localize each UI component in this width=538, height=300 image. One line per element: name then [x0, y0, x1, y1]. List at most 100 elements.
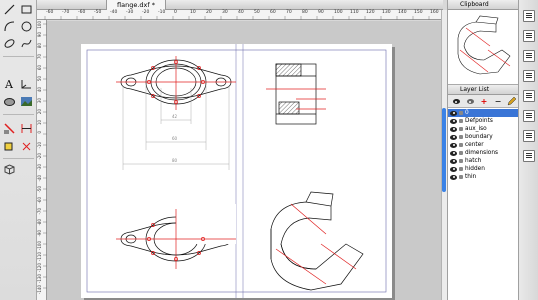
layer-row[interactable]: hatch: [448, 157, 519, 165]
move-icon[interactable]: [2, 139, 17, 154]
eye-icon[interactable]: [450, 110, 457, 116]
eye-icon[interactable]: [450, 174, 457, 180]
ruler-label: 50: [37, 76, 42, 82]
layer-name: 0: [465, 110, 469, 116]
arc-icon[interactable]: [2, 19, 17, 34]
panel-dock: [518, 0, 538, 300]
dock-button[interactable]: [523, 130, 535, 142]
layer-name: hatch: [465, 158, 482, 164]
ruler-label: -90: [37, 230, 42, 237]
lock-icon[interactable]: [459, 135, 463, 139]
layer-name: boundary: [465, 134, 493, 140]
flange-section-view: [275, 63, 317, 125]
layer-list-panel-title: Layer List: [448, 85, 519, 95]
ruler-label: -60: [78, 10, 86, 15]
lock-icon[interactable]: [459, 127, 463, 131]
text-icon[interactable]: A: [2, 76, 17, 91]
edit-layer-button[interactable]: [505, 96, 517, 107]
ruler-label: -140: [37, 285, 42, 295]
dock-button[interactable]: [523, 90, 535, 102]
ruler-label: -70: [62, 10, 70, 15]
ruler-label: 90: [318, 10, 324, 15]
ruler-label: -40: [110, 10, 118, 15]
dimension-icon[interactable]: [19, 76, 34, 91]
lock-icon[interactable]: [459, 167, 463, 171]
ruler-label: -60: [46, 10, 54, 15]
ruler-label: 0: [37, 131, 42, 134]
ruler-label: 10: [37, 120, 42, 126]
dock-button[interactable]: [523, 110, 535, 122]
ruler-label: -70: [37, 208, 42, 215]
hide-all-layers-button[interactable]: [464, 96, 476, 107]
tab-title: flange.dxf *: [117, 1, 155, 9]
layer-name: aux_iso: [465, 126, 487, 132]
layer-name: dimensions: [465, 150, 499, 156]
rectangle-icon[interactable]: [19, 2, 34, 17]
lock-icon[interactable]: [459, 143, 463, 147]
layer-row[interactable]: Defpoints: [448, 117, 519, 125]
eye-icon[interactable]: [450, 158, 457, 164]
flange-isometric-view: [270, 191, 364, 291]
show-all-layers-button[interactable]: [450, 96, 462, 107]
eye-icon[interactable]: [450, 126, 457, 132]
ruler-label: -110: [37, 252, 42, 262]
dock-button[interactable]: [523, 10, 535, 22]
dock-button[interactable]: [523, 70, 535, 82]
circle-icon[interactable]: [19, 19, 34, 34]
eye-icon[interactable]: [450, 166, 457, 172]
layer-row[interactable]: center: [448, 141, 519, 149]
document-tab[interactable]: flange.dxf *: [106, 0, 166, 10]
ruler-label: 90: [37, 32, 42, 38]
ruler-label: 100: [37, 21, 42, 29]
lock-icon[interactable]: [459, 119, 463, 123]
toolbar-separator: [3, 56, 34, 57]
layer-row[interactable]: hidden: [448, 165, 519, 173]
eye-icon[interactable]: [450, 142, 457, 148]
ruler-label: 30: [37, 98, 42, 104]
add-layer-button[interactable]: +: [478, 96, 490, 107]
drawing-svg: 42 60 80: [86, 44, 387, 298]
ruler-label: -40: [37, 175, 42, 182]
snap-icon[interactable]: [19, 139, 34, 154]
image-icon[interactable]: [19, 94, 34, 109]
dock-button[interactable]: [523, 30, 535, 42]
layer-row[interactable]: thin: [448, 173, 519, 181]
eye-icon[interactable]: [450, 118, 457, 124]
line-icon[interactable]: [2, 2, 17, 17]
document-tab-bar: flange.dxf *: [37, 0, 443, 10]
ruler-label: 50: [254, 10, 260, 15]
hatch-icon[interactable]: [2, 94, 17, 109]
scrollbar-thumb[interactable]: [442, 108, 446, 192]
3d-box-icon[interactable]: [2, 162, 17, 177]
ruler-label: 10: [190, 10, 196, 15]
ellipse-icon[interactable]: [2, 36, 17, 51]
ruler-label: 140: [398, 10, 407, 15]
layer-row[interactable]: aux_iso: [448, 125, 519, 133]
ruler-label: 80: [37, 43, 42, 49]
ruler-label: 40: [37, 87, 42, 93]
layer-row[interactable]: 0: [448, 109, 519, 117]
ruler-label: 80: [302, 10, 308, 15]
lock-icon[interactable]: [459, 111, 463, 115]
remove-icon: −: [494, 97, 502, 106]
lock-icon[interactable]: [459, 151, 463, 155]
ruler-label: 0: [174, 10, 177, 15]
modify-icon[interactable]: [2, 121, 17, 136]
remove-layer-button[interactable]: −: [492, 96, 504, 107]
dock-button[interactable]: [523, 150, 535, 162]
lock-icon[interactable]: [459, 175, 463, 179]
layer-name: Defpoints: [465, 118, 493, 124]
layer-row[interactable]: dimensions: [448, 149, 519, 157]
layer-row[interactable]: boundary: [448, 133, 519, 141]
tool-palette: A: [0, 0, 37, 300]
spline-icon[interactable]: [19, 36, 34, 51]
layer-toolbar: + −: [448, 95, 519, 108]
eye-icon[interactable]: [450, 134, 457, 140]
eye-icon[interactable]: [450, 150, 457, 156]
trim-icon[interactable]: [19, 121, 34, 136]
clipboard-preview[interactable]: [448, 10, 519, 85]
dock-button[interactable]: [523, 50, 535, 62]
lock-icon[interactable]: [459, 159, 463, 163]
drawing-canvas[interactable]: 42 60 80: [47, 21, 441, 300]
ruler-label: -10: [158, 10, 166, 15]
